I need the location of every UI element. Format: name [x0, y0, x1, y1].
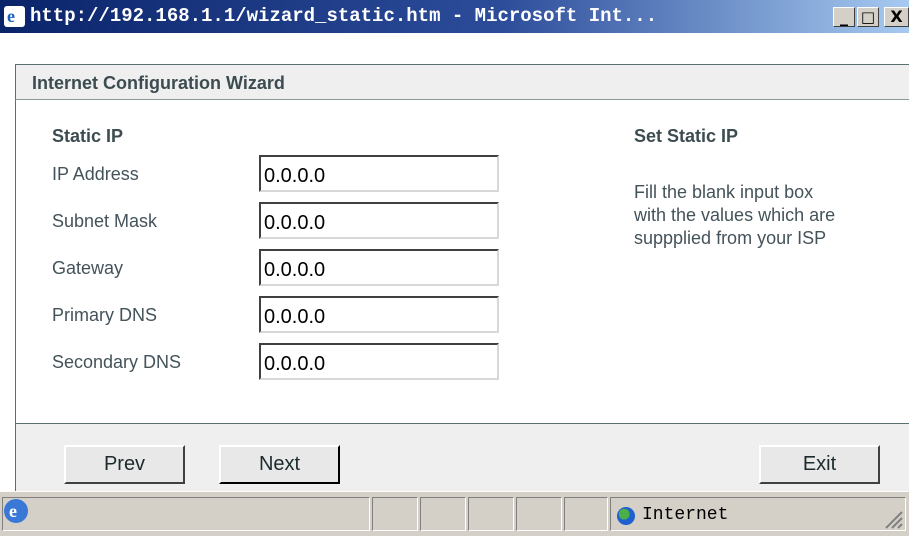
wizard-title: Internet Configuration Wizard — [32, 73, 285, 93]
help-title: Set Static IP — [634, 126, 739, 146]
help-line: Fill the blank input box — [634, 182, 814, 202]
window-title: http://192.168.1.1/wizard_static.htm - M… — [30, 5, 658, 27]
help-line: suppplied from your ISP — [634, 228, 827, 248]
globe-icon — [617, 507, 635, 525]
status-cell — [516, 497, 562, 531]
prev-button[interactable]: Prev — [64, 445, 185, 484]
status-cell — [420, 497, 466, 531]
secondary-dns-label: Secondary DNS — [52, 352, 182, 372]
ie-icon: e — [4, 6, 25, 27]
ip-address-label: IP Address — [52, 164, 139, 184]
zone-label: Internet — [642, 505, 729, 525]
minimize-button[interactable]: _ — [833, 7, 855, 27]
status-cell — [372, 497, 418, 531]
secondary-dns-input[interactable] — [259, 343, 499, 380]
ip-address-input[interactable] — [259, 155, 499, 192]
subnet-mask-label: Subnet Mask — [52, 211, 158, 231]
help-line: with the values which are — [634, 205, 836, 225]
exit-button[interactable]: Exit — [759, 445, 880, 484]
primary-dns-input[interactable] — [259, 296, 499, 333]
help-text: Fill the blank input box with the values… — [634, 181, 835, 250]
subnet-mask-input[interactable] — [259, 202, 499, 239]
resize-grip-icon[interactable] — [880, 506, 904, 530]
maximize-button[interactable]: □ — [857, 7, 879, 27]
status-cell — [468, 497, 514, 531]
primary-dns-label: Primary DNS — [52, 305, 158, 325]
status-text-cell — [2, 497, 370, 531]
gateway-input[interactable] — [259, 249, 499, 286]
next-button[interactable]: Next — [219, 445, 340, 484]
ie-page-icon: e — [4, 499, 28, 523]
close-button[interactable]: X — [884, 7, 909, 27]
title-bar: e http://192.168.1.1/wizard_static.htm -… — [0, 0, 909, 33]
gateway-label: Gateway — [52, 258, 124, 278]
status-cell — [564, 497, 608, 531]
section-title: Static IP — [52, 126, 124, 146]
